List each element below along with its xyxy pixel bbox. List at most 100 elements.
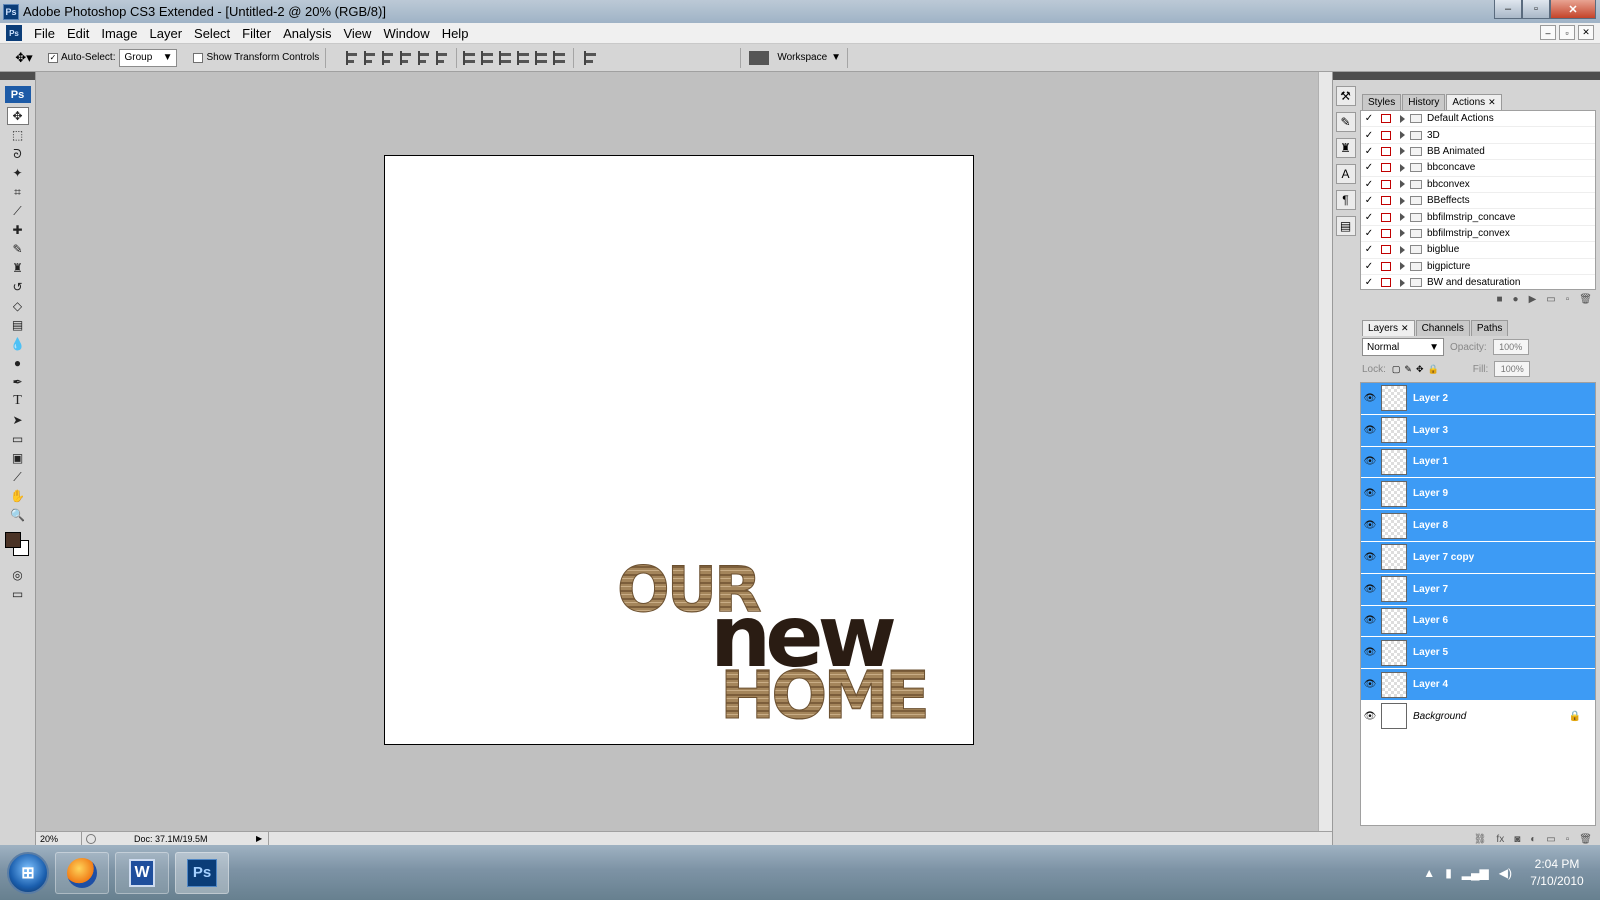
action-set-row[interactable]: ✓ bbconcave <box>1361 160 1595 177</box>
toggle-check-icon[interactable]: ✓ <box>1361 179 1377 190</box>
toggle-check-icon[interactable]: ✓ <box>1361 195 1377 206</box>
visibility-eye-icon[interactable]: 👁 <box>1361 711 1379 722</box>
layer-row[interactable]: 👁 Background 🔒 <box>1361 701 1595 733</box>
action-set-row[interactable]: ✓ BW and desaturation <box>1361 275 1595 289</box>
lock-all-icon[interactable]: 🔒 <box>1428 364 1439 375</box>
menu-filter[interactable]: Filter <box>236 26 277 41</box>
trash-icon[interactable]: 🗑 <box>1579 834 1592 845</box>
taskbar-word[interactable]: W <box>115 851 169 894</box>
show-transform-checkbox[interactable] <box>193 52 204 63</box>
auto-select-checkbox[interactable]: ✓ <box>48 52 58 63</box>
expand-triangle-icon[interactable] <box>1400 131 1405 140</box>
fill-field[interactable]: 100% <box>1494 361 1531 377</box>
distribute-vcenter-icon[interactable] <box>481 50 495 65</box>
auto-select-control[interactable]: ✓ Auto-Select: <box>48 52 115 63</box>
expand-triangle-icon[interactable] <box>1400 245 1405 254</box>
clone-stamp-tool-icon[interactable]: ♜ <box>7 259 29 277</box>
dialog-toggle-icon[interactable] <box>1381 228 1391 238</box>
doc-close-button[interactable]: ✕ <box>1578 25 1594 40</box>
dialog-toggle-icon[interactable] <box>1381 261 1391 271</box>
opacity-field[interactable]: 100% <box>1492 339 1529 355</box>
minimize-button[interactable]: – <box>1494 0 1522 19</box>
dialog-toggle-icon[interactable] <box>1381 179 1391 189</box>
panel-grip[interactable] <box>1333 72 1358 80</box>
align-top-icon[interactable] <box>346 50 360 65</box>
network-icon[interactable]: ▮ <box>1445 866 1452 880</box>
close-button[interactable]: ✕ <box>1550 0 1596 19</box>
layer-row[interactable]: 👁 Layer 3 <box>1361 414 1595 447</box>
notes-tool-icon[interactable]: ▣ <box>7 449 29 467</box>
taskbar-photoshop[interactable]: Ps <box>175 851 229 894</box>
menu-analysis[interactable]: Analysis <box>277 26 337 41</box>
menu-edit[interactable]: Edit <box>61 26 95 41</box>
toggle-check-icon[interactable]: ✓ <box>1361 228 1377 239</box>
zoom-tool-icon[interactable]: 🔍 <box>7 506 29 524</box>
action-set-row[interactable]: ✓ bbfilmstrip_concave <box>1361 209 1595 226</box>
new-layer-icon[interactable]: ▫ <box>1566 834 1570 845</box>
toggle-check-icon[interactable]: ✓ <box>1361 277 1377 288</box>
align-left-icon[interactable] <box>400 50 414 65</box>
distribute-top-icon[interactable] <box>463 50 477 65</box>
move-tool-preset-icon[interactable]: ✥▾ <box>8 47 40 69</box>
blend-mode-dropdown[interactable]: Normal ▼ <box>1362 338 1444 356</box>
dialog-toggle-icon[interactable] <box>1381 245 1391 255</box>
panel-grip[interactable] <box>1358 72 1600 80</box>
play-icon[interactable]: ▶ <box>1529 294 1537 305</box>
distribute-left-icon[interactable] <box>517 50 531 65</box>
action-set-row[interactable]: ✓ Default Actions <box>1361 111 1595 128</box>
link-layers-icon[interactable]: ⛓ <box>1474 834 1487 845</box>
visibility-eye-icon[interactable]: 👁 <box>1361 615 1379 626</box>
dialog-toggle-icon[interactable] <box>1381 130 1391 140</box>
shape-tool-icon[interactable]: ▭ <box>7 430 29 448</box>
type-tool-icon[interactable]: T <box>7 392 29 410</box>
layer-style-icon[interactable]: fx <box>1496 834 1504 845</box>
visibility-eye-icon[interactable]: 👁 <box>1361 393 1379 404</box>
photoshop-badge-icon[interactable]: Ps <box>4 86 31 103</box>
layer-row[interactable]: 👁 Layer 1 <box>1361 446 1595 479</box>
auto-align-icon[interactable] <box>584 50 598 65</box>
stop-icon[interactable]: ■ <box>1497 294 1503 305</box>
trash-icon[interactable]: 🗑 <box>1579 294 1592 305</box>
align-vcenter-icon[interactable] <box>364 50 378 65</box>
menu-view[interactable]: View <box>337 26 377 41</box>
dodge-tool-icon[interactable]: ● <box>7 354 29 372</box>
move-tool-icon[interactable]: ✥ <box>6 107 29 125</box>
toggle-check-icon[interactable]: ✓ <box>1361 261 1377 272</box>
status-menu-arrow-icon[interactable]: ▶ <box>256 834 268 843</box>
magic-wand-tool-icon[interactable]: ✦ <box>7 164 29 182</box>
visibility-eye-icon[interactable]: 👁 <box>1361 488 1379 499</box>
pen-tool-icon[interactable]: ✒ <box>7 373 29 391</box>
expand-triangle-icon[interactable] <box>1400 229 1405 238</box>
quick-mask-icon[interactable]: ◎ <box>7 566 29 584</box>
menu-image[interactable]: Image <box>95 26 143 41</box>
blur-tool-icon[interactable]: 💧 <box>7 335 29 353</box>
zoom-level-field[interactable]: 20% <box>36 832 82 845</box>
workspace-button[interactable]: Workspace ▼ <box>777 52 841 63</box>
status-info-icon[interactable] <box>86 833 96 844</box>
layer-comps-icon[interactable]: ▤ <box>1335 216 1356 236</box>
canvas-vertical-scrollbar[interactable] <box>1318 72 1332 845</box>
history-brush-tool-icon[interactable]: ↺ <box>7 278 29 296</box>
show-transform-control[interactable]: Show Transform Controls <box>193 52 319 63</box>
visibility-eye-icon[interactable]: 👁 <box>1361 552 1379 563</box>
layer-row[interactable]: 👁 Layer 7 copy <box>1361 541 1595 574</box>
layer-row[interactable]: 👁 Layer 4 <box>1361 669 1595 701</box>
panel-grip[interactable] <box>0 72 35 80</box>
menu-layer[interactable]: Layer <box>144 26 189 41</box>
menu-window[interactable]: Window <box>377 26 435 41</box>
character-icon[interactable]: A <box>1335 164 1356 184</box>
auto-select-dropdown[interactable]: Group ▼ <box>119 48 178 67</box>
taskbar-firefox[interactable] <box>55 851 109 894</box>
dialog-toggle-icon[interactable] <box>1381 278 1391 288</box>
tab-styles[interactable]: Styles <box>1362 94 1402 110</box>
doc-restore-button[interactable]: ▫ <box>1559 25 1575 40</box>
eraser-tool-icon[interactable]: ◇ <box>7 297 29 315</box>
hand-tool-icon[interactable]: ✋ <box>7 487 29 505</box>
expand-triangle-icon[interactable] <box>1400 163 1405 172</box>
lock-position-icon[interactable]: ✥ <box>1416 364 1424 375</box>
lasso-tool-icon[interactable]: ᘐ <box>7 145 29 163</box>
close-tab-icon[interactable]: ✕ <box>1488 97 1496 107</box>
menu-file[interactable]: File <box>28 26 61 41</box>
layer-mask-icon[interactable]: ◙ <box>1514 834 1520 845</box>
canvas-horizontal-scrollbar[interactable] <box>268 832 1332 845</box>
